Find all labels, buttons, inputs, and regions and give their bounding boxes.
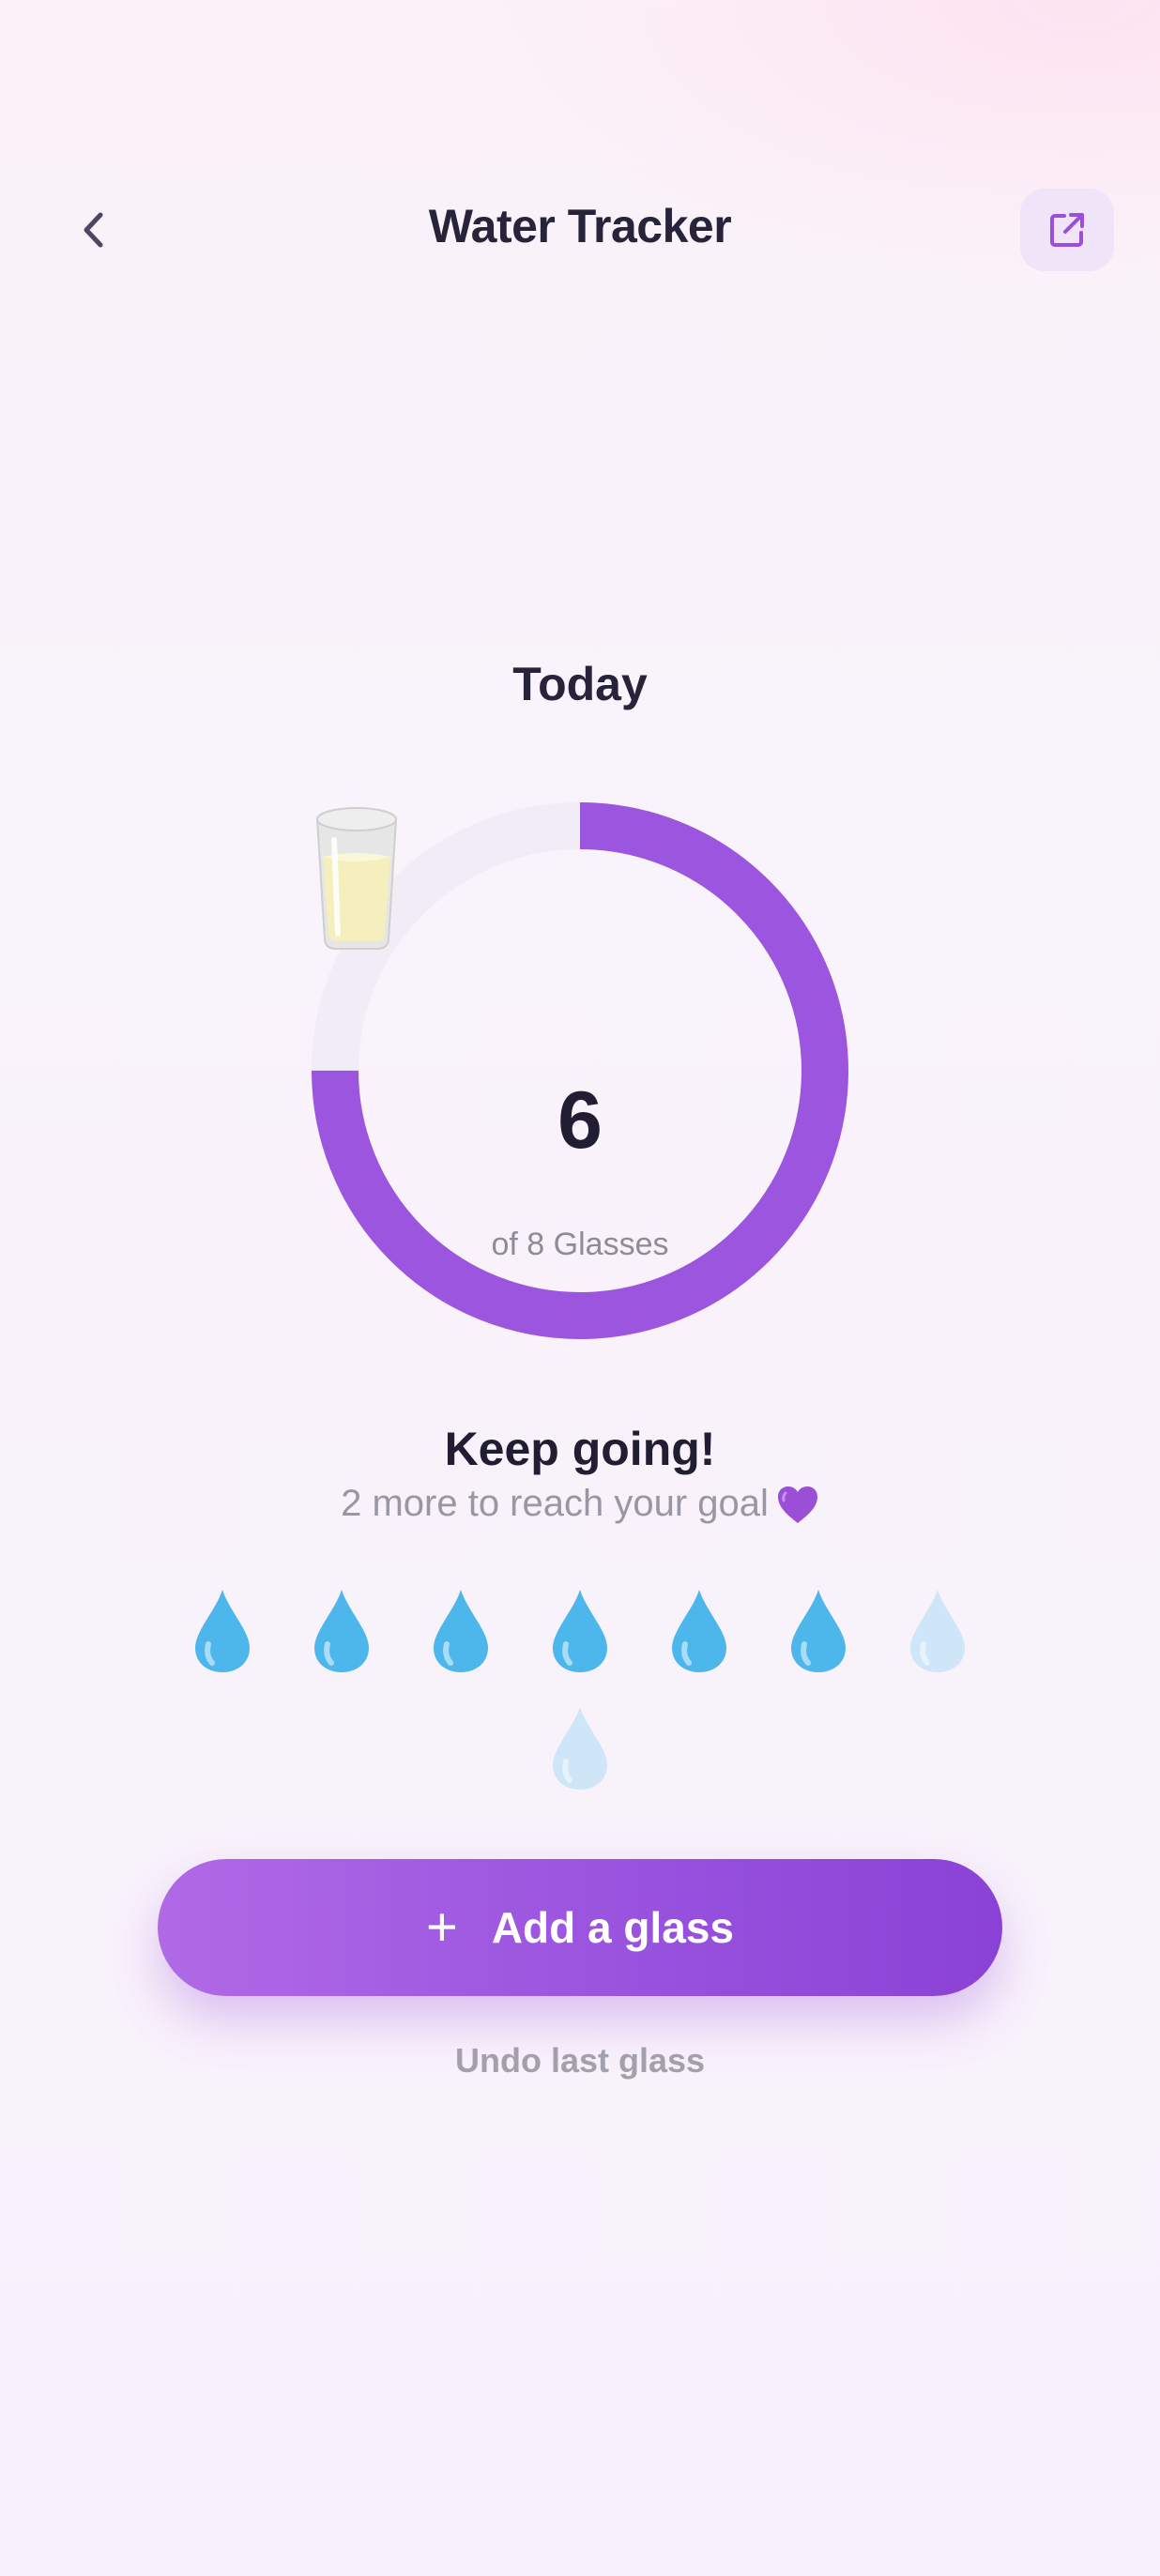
drop-empty-icon bbox=[549, 1703, 611, 1793]
progress-ring: 6 of 8 Glasses bbox=[312, 802, 848, 1339]
motivation-subtitle: 2 more to reach your goal bbox=[0, 1483, 1160, 1525]
plus-icon: + bbox=[425, 1897, 458, 1958]
drops-row bbox=[0, 1586, 1160, 1811]
page-title: Water Tracker bbox=[428, 200, 732, 252]
motivation-subtitle-text: 2 more to reach your goal bbox=[341, 1483, 769, 1524]
add-glass-button[interactable]: + Add a glass bbox=[158, 1859, 1002, 1996]
external-link-icon bbox=[1050, 213, 1084, 247]
today-heading: Today bbox=[512, 658, 648, 710]
drop-filled-icon bbox=[549, 1586, 611, 1676]
purple-heart-icon bbox=[777, 1486, 817, 1524]
glass-of-milk-icon bbox=[315, 807, 398, 950]
drop-filled-icon bbox=[787, 1586, 849, 1676]
add-glass-label: Add a glass bbox=[491, 1903, 735, 1952]
drop-empty-icon bbox=[907, 1586, 969, 1676]
share-button[interactable] bbox=[1020, 189, 1114, 271]
background-glow bbox=[0, 0, 1160, 657]
motivation-title: Keep going! bbox=[444, 1423, 716, 1475]
drop-filled-icon bbox=[191, 1586, 253, 1676]
drop-filled-icon bbox=[668, 1586, 730, 1676]
undo-button[interactable]: Undo last glass bbox=[0, 2041, 1160, 2081]
drop-filled-icon bbox=[430, 1586, 492, 1676]
glass-count: 6 bbox=[557, 1075, 603, 1166]
goal-label: of 8 Glasses bbox=[491, 1227, 669, 1262]
drop-filled-icon bbox=[311, 1586, 373, 1676]
header: Water Tracker bbox=[0, 160, 1160, 300]
